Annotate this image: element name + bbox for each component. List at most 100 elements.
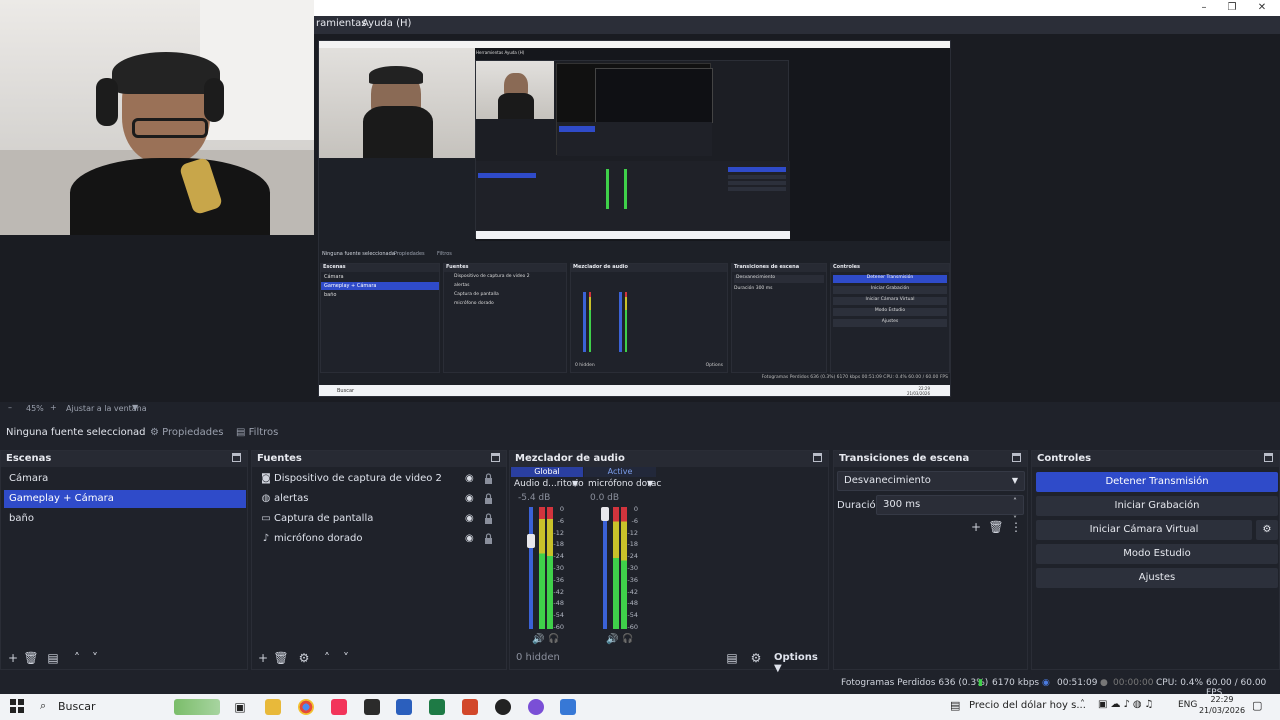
gear-icon[interactable]: ⚙ — [1256, 520, 1278, 540]
obs-window: – ❐ ✕ ramientas Ayuda (H) Herramientas A… — [0, 0, 1280, 720]
landscape-widget[interactable] — [174, 699, 220, 715]
windows-start-icon[interactable] — [10, 699, 24, 713]
filters-button[interactable]: ▤ Filtros — [236, 423, 278, 443]
source-item[interactable]: ♪ micrófono dorado ◉ — [255, 530, 499, 548]
hidden-count: 0 hidden — [516, 652, 560, 663]
preview-canvas[interactable]: Herramientas Ayuda (H) Ninguna fuente se… — [318, 40, 951, 397]
lock-icon[interactable] — [484, 533, 494, 545]
chrome-icon[interactable] — [298, 699, 314, 715]
lock-icon[interactable] — [484, 473, 494, 485]
obs-icon[interactable] — [495, 699, 511, 715]
move-down-icon[interactable]: ˅ — [87, 650, 103, 666]
options-button[interactable]: Options ▼ — [774, 652, 828, 674]
studio-mode-button[interactable]: Modo Estudio — [1036, 544, 1278, 564]
notification-icon[interactable]: ▢ — [1252, 699, 1262, 712]
source-item[interactable]: ▭ Captura de pantalla ◉ — [255, 510, 499, 528]
chevron-up-icon[interactable]: ˄ — [1080, 699, 1085, 710]
controls-title: Controles — [1032, 451, 1279, 467]
filter-icon[interactable]: ▤ — [45, 650, 61, 666]
start-virtual-camera-button[interactable]: Iniciar Cámara Virtual — [1036, 520, 1252, 540]
speaker-icon[interactable]: 🔊 — [532, 634, 544, 645]
eye-icon[interactable]: ◉ — [465, 513, 477, 525]
nested-status: Fotogramas Perdidos 636 (0.3%) 6170 kbps… — [761, 375, 948, 380]
move-up-icon[interactable]: ˄ — [69, 650, 85, 666]
eye-icon[interactable]: ◉ — [465, 473, 477, 485]
file-explorer-icon[interactable] — [265, 699, 281, 715]
stop-stream-button[interactable]: Detener Transmisión — [1036, 472, 1278, 492]
transition-select[interactable]: Desvanecimiento ▼ — [837, 471, 1025, 491]
scene-item-camara[interactable]: Cámara — [4, 470, 246, 488]
db-tick-label: -60 — [553, 623, 564, 631]
gear-icon[interactable]: ⚙ — [748, 650, 764, 666]
task-view-icon[interactable]: ▣ — [232, 699, 248, 715]
stream-icon: ◉ — [1042, 678, 1050, 688]
headphones-icon[interactable]: 🎧 — [622, 634, 633, 644]
capcut-icon[interactable] — [364, 699, 380, 715]
dock-float-icon[interactable] — [813, 453, 822, 462]
minimize-button[interactable]: – — [1192, 1, 1216, 15]
chevron-down-icon[interactable]: ▼ — [132, 403, 138, 412]
record-icon: ● — [1100, 678, 1108, 688]
speaker-icon[interactable]: 🔊 — [606, 634, 618, 645]
properties-button[interactable]: ⚙ Propiedades — [150, 423, 223, 443]
more-options-icon[interactable]: ⋮ — [1008, 519, 1024, 535]
close-button[interactable]: ✕ — [1250, 1, 1274, 15]
volume-slider-handle[interactable] — [527, 534, 535, 548]
language-indicator[interactable]: ENG — [1178, 700, 1197, 710]
volume-slider-handle[interactable] — [601, 507, 609, 521]
add-transition-icon[interactable]: + — [968, 519, 984, 535]
audio-mixer-dock: Mezclador de audio Global Active Audio d… — [509, 450, 829, 674]
eye-icon[interactable]: ◉ — [465, 533, 477, 545]
trash-icon[interactable]: 🗑 — [23, 650, 39, 666]
volume-slider-track[interactable] — [603, 507, 607, 629]
gear-icon[interactable]: ⚙ — [296, 650, 312, 666]
layout-icon[interactable]: ▤ — [724, 650, 740, 666]
nested-transitions-dock: Transiciones de escena Desvanecimiento D… — [731, 263, 827, 373]
start-recording-button[interactable]: Iniciar Grabación — [1036, 496, 1278, 516]
duration-field[interactable]: 300 ms ˄ ˅ — [876, 495, 1024, 524]
scene-item-bano[interactable]: baño — [4, 510, 246, 528]
trash-icon[interactable]: 🗑 — [273, 650, 289, 666]
chevron-down-icon[interactable]: ▼ — [647, 479, 653, 488]
news-widget[interactable]: Precio del dólar hoy s... — [969, 700, 1086, 711]
zoom-in-button[interactable]: + — [50, 403, 57, 412]
word-icon[interactable] — [396, 699, 412, 715]
dock-float-icon[interactable] — [1012, 453, 1021, 462]
zoom-out-button[interactable]: – — [8, 403, 12, 412]
dock-float-icon[interactable] — [491, 453, 500, 462]
move-down-icon[interactable]: ˅ — [338, 650, 354, 666]
headphones-icon[interactable]: 🎧 — [548, 634, 559, 644]
source-item[interactable]: ◍ alertas ◉ — [255, 490, 499, 508]
menu-herramientas[interactable]: ramientas — [316, 18, 367, 29]
monitor-icon: ▭ — [261, 513, 271, 524]
chat-app-icon[interactable] — [528, 699, 544, 715]
settings-button[interactable]: Ajustes — [1036, 568, 1278, 588]
powerpoint-icon[interactable] — [462, 699, 478, 715]
tray-icons[interactable]: ▣☁♪◍♫ — [1098, 699, 1157, 710]
source-item[interactable]: ◙ Dispositivo de captura de video 2 ◉ — [255, 470, 499, 488]
dock-float-icon[interactable] — [1264, 453, 1273, 462]
duration-value: 300 ms — [883, 499, 921, 510]
volume-slider-track[interactable] — [529, 507, 533, 629]
lock-icon[interactable] — [484, 493, 494, 505]
scene-item-gameplay-camara[interactable]: Gameplay + Cámara — [4, 490, 246, 508]
taskbar-search[interactable]: Buscar — [58, 700, 96, 713]
app-icon[interactable] — [560, 699, 576, 715]
add-scene-icon[interactable]: + — [5, 650, 21, 666]
eye-icon[interactable]: ◉ — [465, 493, 477, 505]
excel-icon[interactable] — [429, 699, 445, 715]
clock-date[interactable]: 21/03/2026 — [1198, 706, 1246, 715]
search-icon: ⌕ — [40, 699, 47, 712]
clock-time[interactable]: 22:29 — [1202, 695, 1242, 704]
add-source-icon[interactable]: + — [255, 650, 271, 666]
restore-button[interactable]: ❐ — [1220, 1, 1244, 15]
source-label: micrófono dorado — [274, 533, 363, 544]
trash-icon[interactable]: 🗑 — [988, 519, 1004, 535]
chevron-down-icon[interactable]: ▼ — [572, 479, 578, 488]
move-up-icon[interactable]: ˄ — [319, 650, 335, 666]
menu-ayuda[interactable]: Ayuda (H) — [362, 18, 411, 29]
lock-icon[interactable] — [484, 513, 494, 525]
db-tick-label: -12 — [553, 528, 564, 537]
music-icon[interactable] — [331, 699, 347, 715]
dock-float-icon[interactable] — [232, 453, 241, 462]
